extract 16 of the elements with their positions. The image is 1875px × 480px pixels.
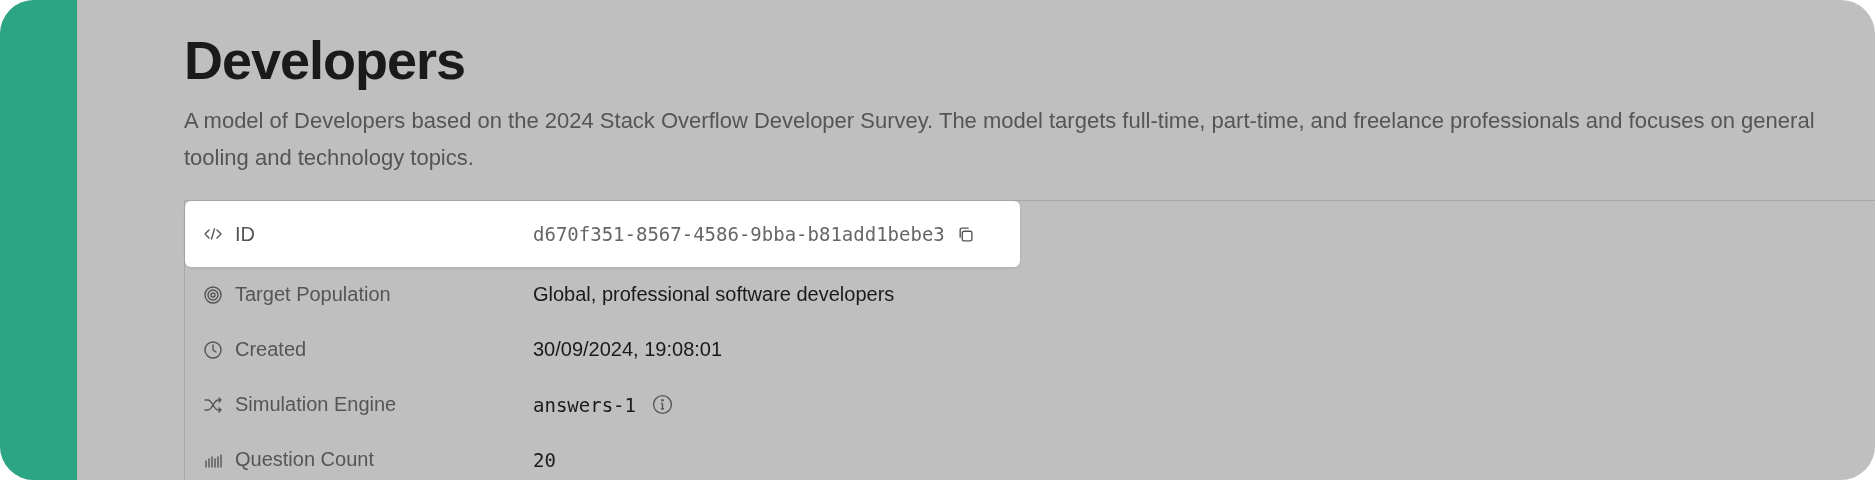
page-description: A model of Developers based on the 2024 Stack Overflow Developer Survey. The model targets full-time, part-time, and freelance professionals and focuses on general tooling and technology topics.: [184, 107, 1816, 172]
target-icon: [203, 284, 223, 305]
detail-label: Created: [235, 338, 308, 361]
detail-value: Global, professional software developers: [533, 283, 895, 306]
detail-label: ID: [235, 222, 256, 246]
info-icon[interactable]: [651, 394, 673, 415]
detail-value: answers-1: [533, 393, 636, 416]
page-title: Developers: [184, 29, 467, 92]
copy-icon[interactable]: [956, 225, 974, 243]
clock-icon: [203, 339, 223, 360]
detail-value: 30/09/2024, 19:08:01: [533, 338, 723, 361]
detail-value: 20: [533, 448, 556, 471]
detail-label: Target Population: [235, 283, 392, 306]
detail-value: d670f351-8567-4586-9bba-b81add1bebe3: [533, 223, 945, 245]
detail-label: Simulation Engine: [235, 393, 398, 416]
detail-label: Question Count: [235, 448, 375, 471]
